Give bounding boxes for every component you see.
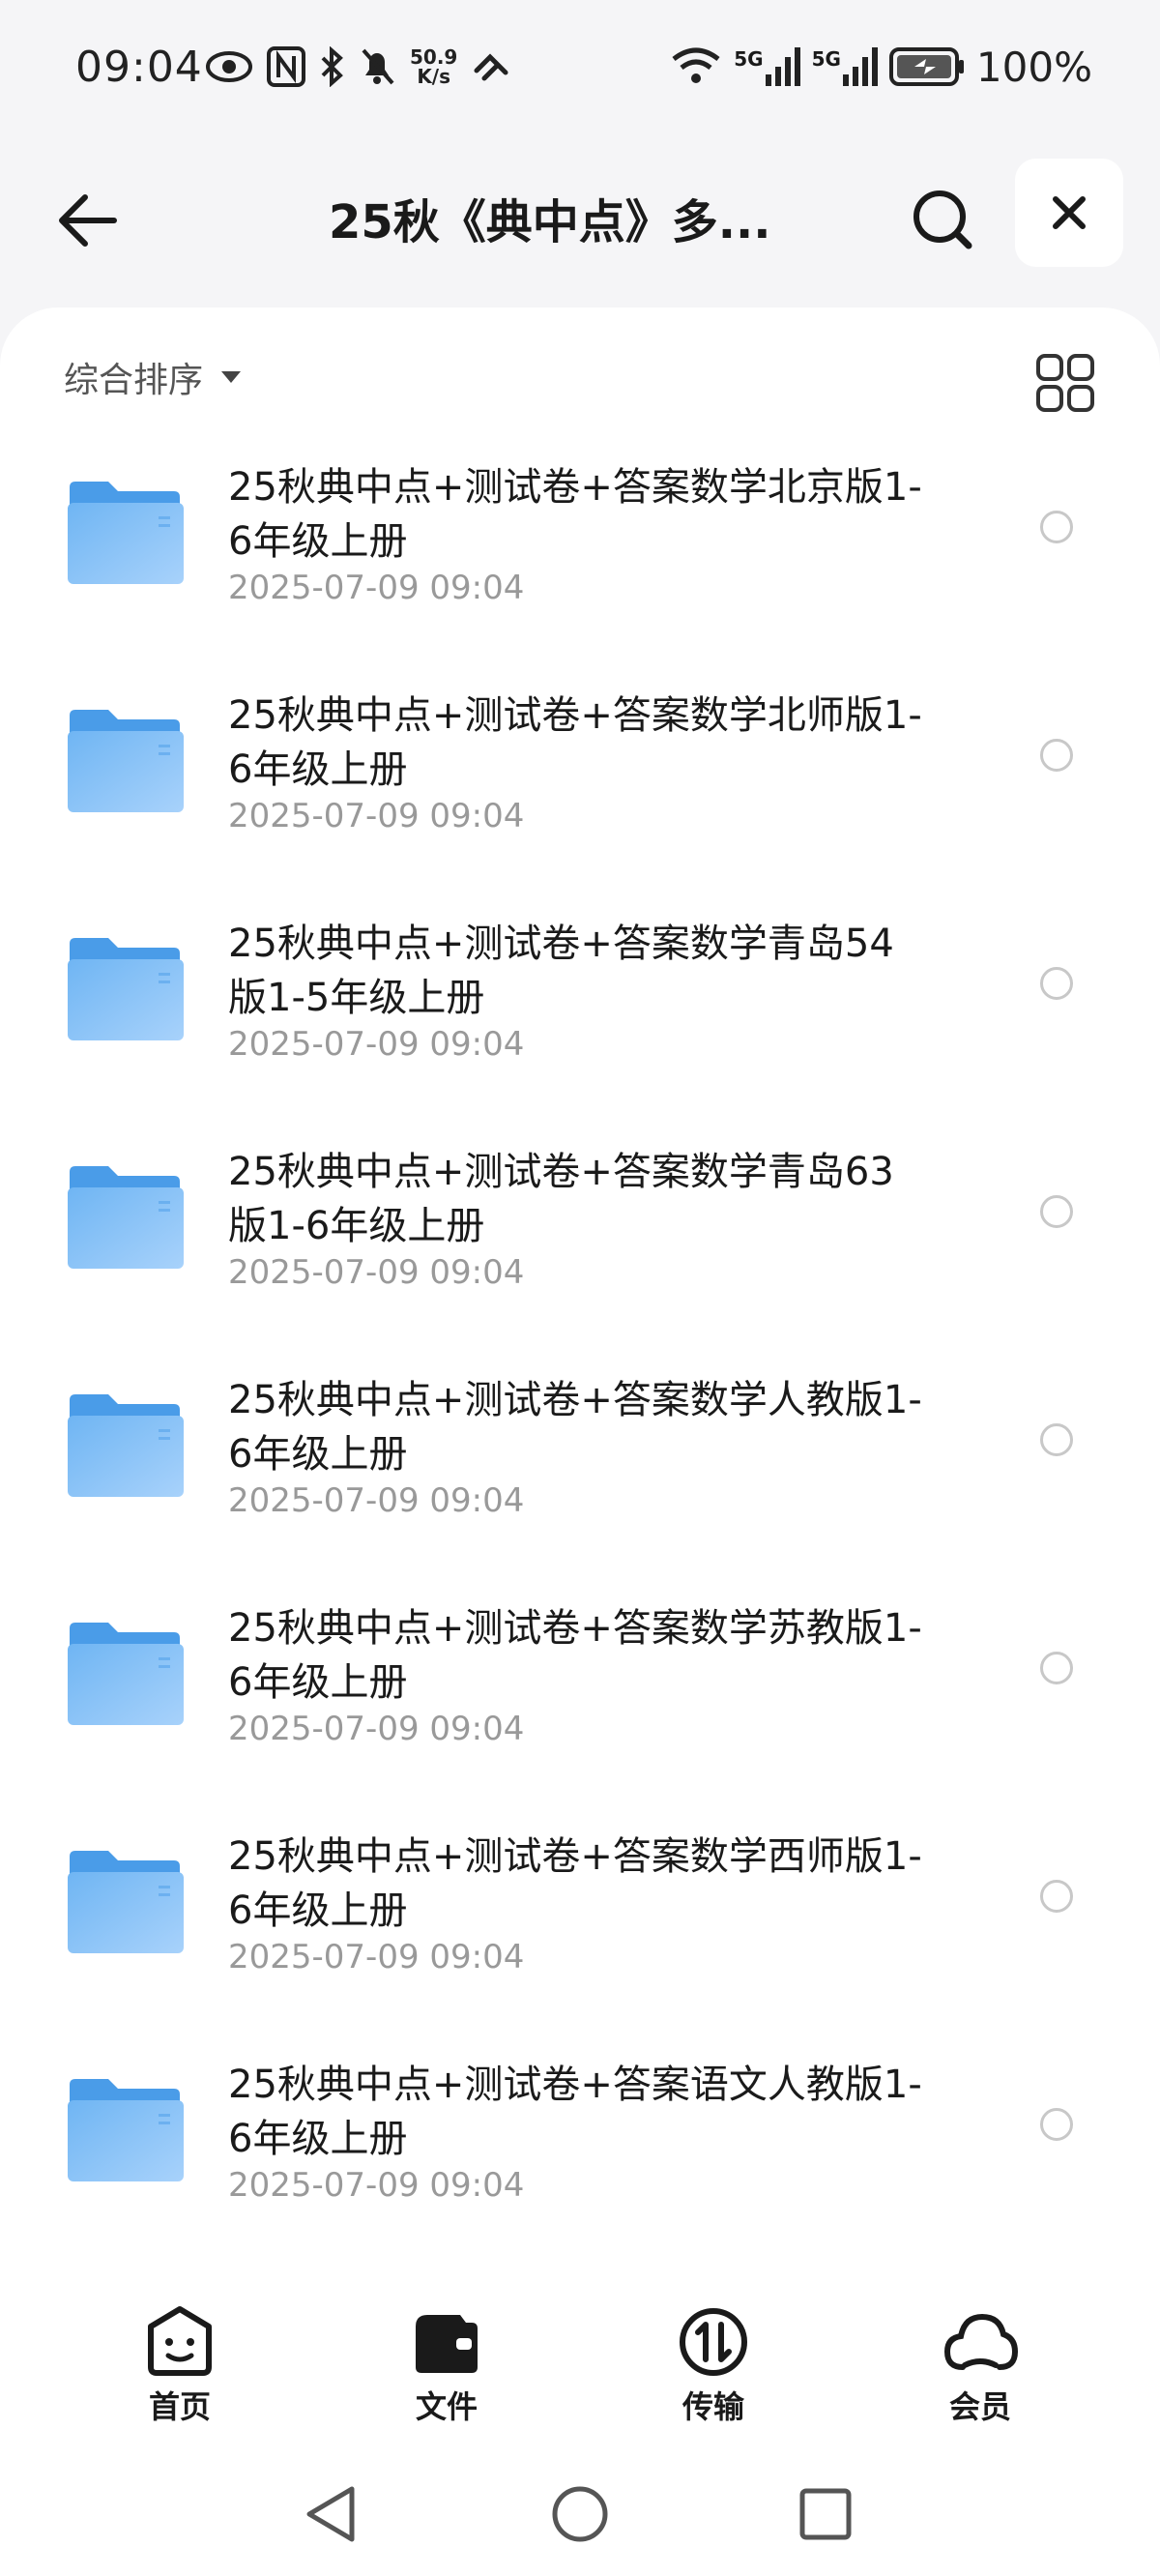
file-name: 25秋典中点+测试卷+答案数学北京版1-6年级上册 bbox=[228, 465, 922, 564]
status-time: 09:04 bbox=[75, 43, 203, 92]
bottom-nav: 首页 文件 传输 会员 bbox=[0, 2292, 1160, 2437]
signal-boost-icon bbox=[474, 53, 508, 81]
status-bar: 09:04 50.9 K/s 5G 5G 100% bbox=[0, 0, 1160, 145]
sort-label: 综合排序 bbox=[64, 361, 204, 400]
nav-home[interactable]: 首页 bbox=[102, 2303, 257, 2427]
arrow-left-icon bbox=[59, 194, 117, 247]
select-checkbox[interactable] bbox=[1040, 2108, 1073, 2141]
wallet-folder-icon bbox=[416, 2315, 478, 2373]
file-item[interactable]: 25秋典中点+测试卷+答案数学西师版1-6年级上册 2025-07-09 09:… bbox=[0, 1820, 1160, 2048]
file-date: 2025-07-09 09:04 bbox=[228, 569, 525, 607]
file-item[interactable]: 25秋典中点+测试卷+答案语文人教版1-6年级上册 2025-07-09 09:… bbox=[0, 2048, 1160, 2276]
folder-icon bbox=[68, 2079, 184, 2181]
file-name: 25秋典中点+测试卷+答案数学苏教版1-6年级上册 bbox=[228, 1606, 922, 1705]
cellular-2: 5G bbox=[812, 47, 878, 86]
system-home-icon[interactable] bbox=[547, 2481, 613, 2547]
cloud-icon bbox=[943, 2313, 1019, 2370]
select-checkbox[interactable] bbox=[1040, 511, 1073, 543]
back-button[interactable] bbox=[48, 182, 126, 259]
file-date: 2025-07-09 09:04 bbox=[228, 797, 525, 835]
select-checkbox[interactable] bbox=[1040, 1423, 1073, 1456]
nav-transfer[interactable]: 传输 bbox=[636, 2303, 791, 2427]
file-date: 2025-07-09 09:04 bbox=[228, 1938, 525, 1976]
file-item[interactable]: 25秋典中点+测试卷+答案数学苏教版1-6年级上册 2025-07-09 09:… bbox=[0, 1592, 1160, 1820]
file-date: 2025-07-09 09:04 bbox=[228, 1025, 525, 1064]
nav-files[interactable]: 文件 bbox=[369, 2303, 524, 2427]
file-name: 25秋典中点+测试卷+答案数学人教版1-6年级上册 bbox=[228, 1378, 922, 1477]
search-button[interactable] bbox=[899, 176, 986, 263]
content-card: 综合排序 25秋典中点+测试卷+答案数学北京版1-6年级上册 2025-07-0… bbox=[0, 307, 1160, 2576]
folder-icon bbox=[68, 1851, 184, 1953]
system-recents-icon[interactable] bbox=[793, 2481, 858, 2547]
grid-view-icon bbox=[1036, 354, 1094, 412]
nav-home-label: 首页 bbox=[148, 2388, 211, 2425]
file-item[interactable]: 25秋典中点+测试卷+答案数学北京版1-6年级上册 2025-07-09 09:… bbox=[0, 451, 1160, 679]
select-checkbox[interactable] bbox=[1040, 1880, 1073, 1913]
network-speed: 50.9 K/s bbox=[410, 45, 458, 88]
page-title: 25秋《典中点》多... bbox=[329, 195, 771, 249]
nav-transfer-label: 传输 bbox=[682, 2388, 744, 2425]
nav-member[interactable]: 会员 bbox=[903, 2303, 1058, 2427]
close-icon bbox=[1053, 196, 1086, 229]
grid-view-toggle[interactable] bbox=[1034, 352, 1096, 414]
signal-bars-icon bbox=[765, 47, 800, 86]
system-back-icon[interactable] bbox=[300, 2481, 365, 2547]
file-item[interactable]: 25秋典中点+测试卷+答案数学青岛54版1-5年级上册 2025-07-09 0… bbox=[0, 907, 1160, 1135]
folder-icon bbox=[68, 1623, 184, 1725]
file-date: 2025-07-09 09:04 bbox=[228, 1481, 525, 1520]
eye-icon bbox=[206, 51, 252, 82]
header: 25秋《典中点》多... bbox=[0, 145, 1160, 300]
file-name: 25秋典中点+测试卷+答案数学青岛54版1-5年级上册 bbox=[228, 922, 894, 1020]
nav-files-label: 文件 bbox=[415, 2388, 478, 2425]
signal-bars-icon bbox=[842, 47, 878, 86]
file-item[interactable]: 25秋典中点+测试卷+答案数学北师版1-6年级上册 2025-07-09 09:… bbox=[0, 679, 1160, 907]
nfc-icon bbox=[267, 46, 305, 87]
file-name: 25秋典中点+测试卷+答案数学青岛63版1-6年级上册 bbox=[228, 1150, 894, 1248]
file-date: 2025-07-09 09:04 bbox=[228, 1710, 525, 1748]
battery-charging-icon bbox=[888, 47, 964, 86]
wifi-icon bbox=[672, 47, 720, 83]
system-nav bbox=[0, 2475, 1160, 2553]
search-icon bbox=[914, 190, 972, 249]
transfer-icon bbox=[680, 2308, 747, 2376]
select-checkbox[interactable] bbox=[1040, 1652, 1073, 1684]
folder-icon bbox=[68, 1166, 184, 1269]
smiley-icon bbox=[148, 2306, 212, 2376]
nav-member-label: 会员 bbox=[948, 2388, 1011, 2425]
sort-dropdown[interactable]: 综合排序 bbox=[64, 352, 242, 402]
folder-icon bbox=[68, 938, 184, 1040]
file-date: 2025-07-09 09:04 bbox=[228, 2166, 525, 2205]
file-item[interactable]: 25秋典中点+测试卷+答案数学青岛63版1-6年级上册 2025-07-09 0… bbox=[0, 1135, 1160, 1363]
file-name: 25秋典中点+测试卷+答案数学北师版1-6年级上册 bbox=[228, 693, 922, 792]
bluetooth-icon bbox=[321, 46, 343, 87]
file-name: 25秋典中点+测试卷+答案语文人教版1-6年级上册 bbox=[228, 2063, 922, 2161]
close-button[interactable] bbox=[1015, 159, 1123, 267]
battery-level: 100% bbox=[975, 43, 1092, 91]
select-checkbox[interactable] bbox=[1040, 739, 1073, 772]
file-name: 25秋典中点+测试卷+答案数学西师版1-6年级上册 bbox=[228, 1834, 922, 1933]
file-item[interactable]: 25秋典中点+测试卷+答案数学人教版1-6年级上册 2025-07-09 09:… bbox=[0, 1363, 1160, 1592]
folder-icon bbox=[68, 1394, 184, 1497]
caret-down-icon bbox=[221, 371, 242, 383]
file-list: 25秋典中点+测试卷+答案数学北京版1-6年级上册 2025-07-09 09:… bbox=[0, 451, 1160, 2276]
folder-icon bbox=[68, 482, 184, 584]
cellular-1: 5G bbox=[734, 47, 800, 86]
folder-icon bbox=[68, 710, 184, 812]
file-date: 2025-07-09 09:04 bbox=[228, 1253, 525, 1292]
mute-bell-icon bbox=[362, 48, 394, 85]
select-checkbox[interactable] bbox=[1040, 1195, 1073, 1228]
select-checkbox[interactable] bbox=[1040, 967, 1073, 1000]
